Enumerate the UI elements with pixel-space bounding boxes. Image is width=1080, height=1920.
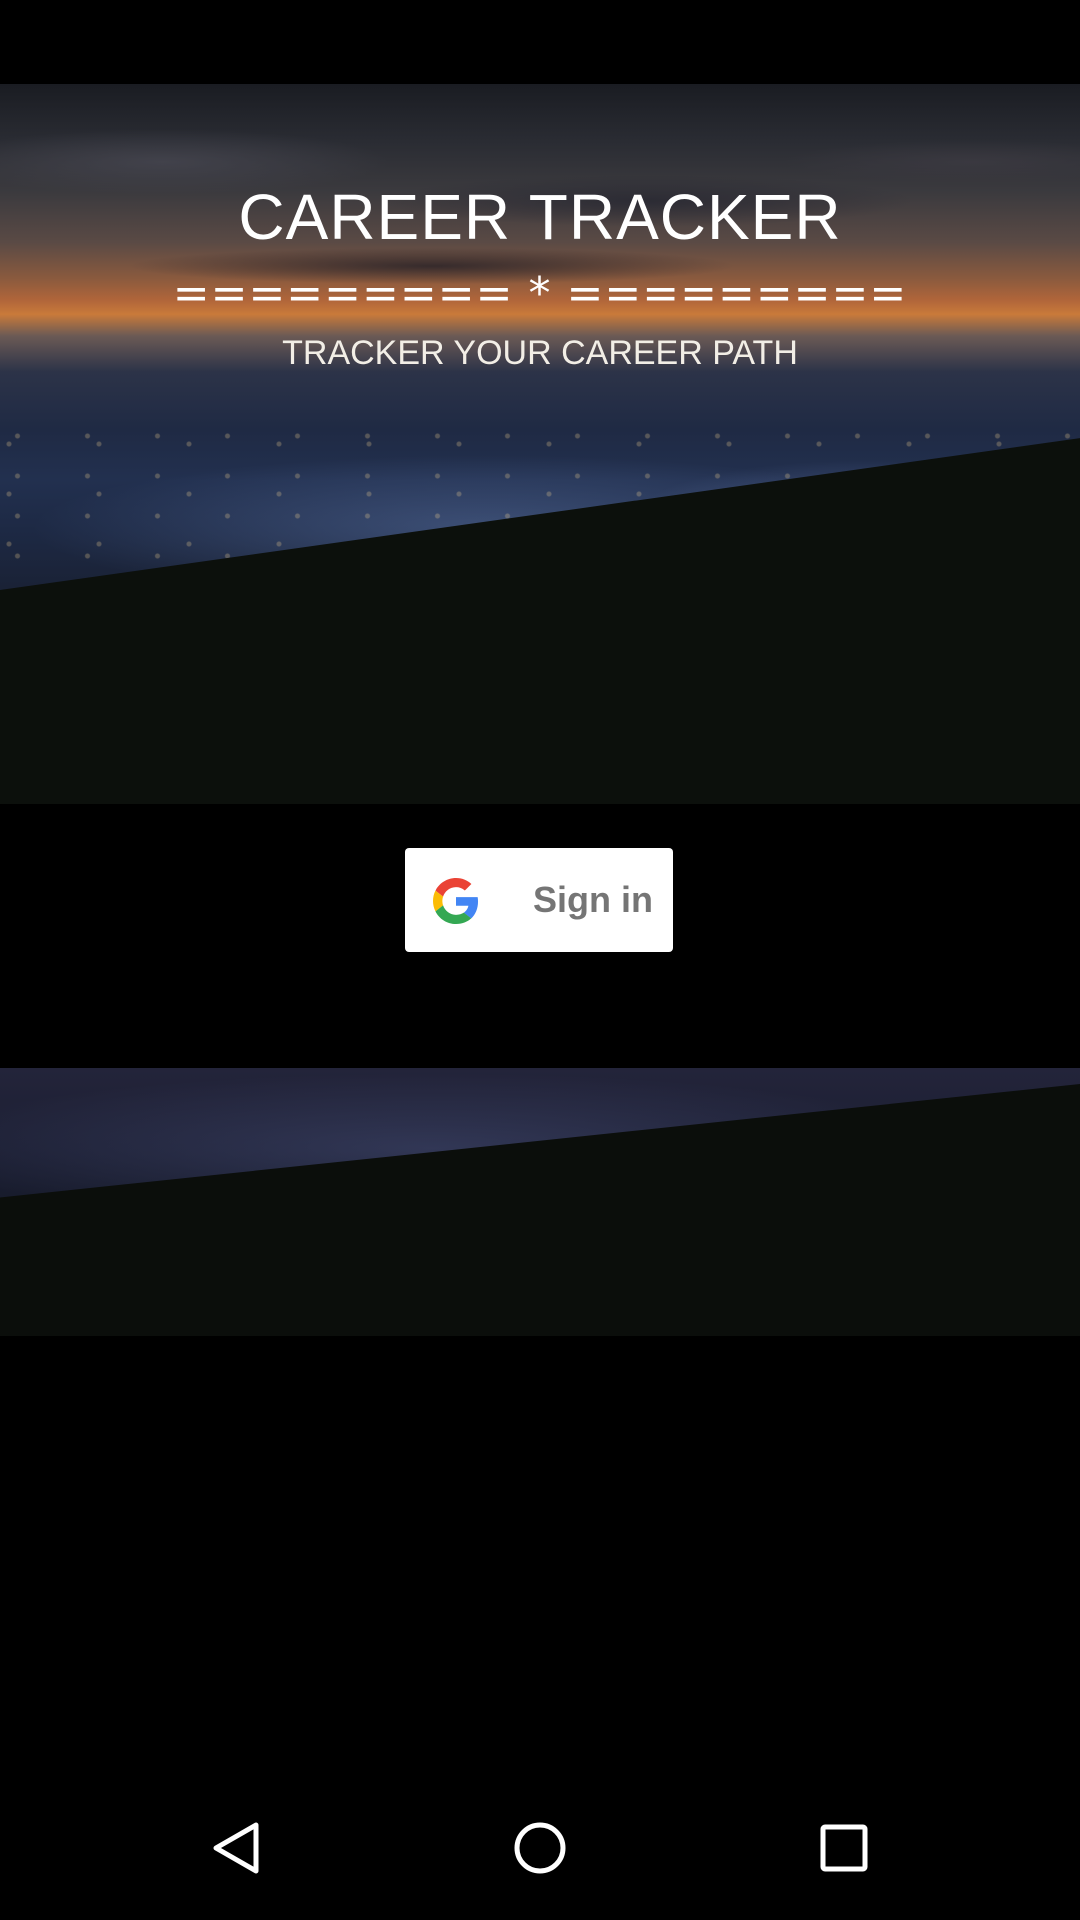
recent-apps-button[interactable] [808, 1812, 880, 1884]
screen: CAREER TRACKER ========= * ========= TRA… [0, 0, 1080, 1920]
home-circle-icon [514, 1822, 566, 1874]
status-bar [0, 0, 1080, 84]
google-signin-button[interactable]: Sign in [405, 848, 673, 952]
app-title: CAREER TRACKER [238, 181, 842, 253]
google-g-icon [433, 878, 479, 924]
secondary-background-image [0, 1068, 1080, 1336]
back-button[interactable] [200, 1812, 272, 1884]
app-tagline: TRACKER YOUR CAREER PATH [282, 334, 798, 372]
signin-label: Sign in [533, 879, 653, 920]
secondary-hill [0, 1068, 1080, 1336]
title-divider: ========= * ========= [172, 268, 908, 319]
home-button[interactable] [504, 1812, 576, 1884]
navigation-bar [0, 1776, 1080, 1920]
back-triangle-icon [213, 1822, 259, 1874]
recent-apps-square-icon [820, 1824, 868, 1872]
